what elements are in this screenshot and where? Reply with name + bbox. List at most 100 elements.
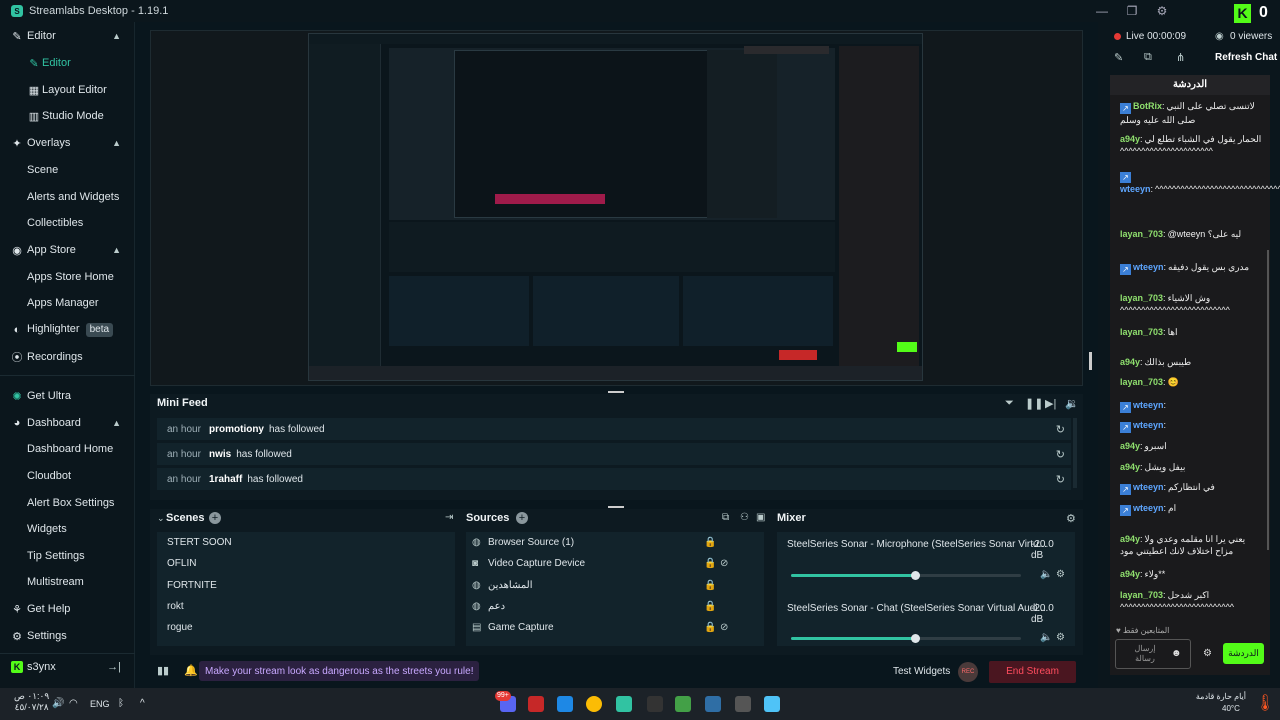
chat-username[interactable]: a94y [1120,462,1140,472]
chat-username[interactable]: layan_703 [1120,229,1163,239]
language-indicator[interactable]: ENG [90,699,110,709]
scene-item[interactable]: rogue [167,622,193,633]
sidebar-item-get-help[interactable]: ⚘ Get Help [0,597,135,621]
app-icon[interactable] [557,696,573,712]
streamlabs-icon[interactable] [616,696,632,712]
logout-icon[interactable]: →| [107,661,121,673]
sidebar-item-app-store[interactable]: ◉ App Store ▲ [0,238,135,262]
chevron-down-icon[interactable]: ⌄ [157,513,165,524]
sidebar-item-dashboard-home[interactable]: Dashboard Home [0,437,135,461]
scene-item[interactable]: rokt [167,601,184,612]
sidebar-item-cloudbot[interactable]: Cloudbot [0,464,135,488]
epic-games-icon[interactable] [647,696,663,712]
chat-username[interactable]: a94y [1120,357,1140,367]
source-item[interactable]: ◍ المشاهدين 🔒 [472,575,740,595]
sidebar-item-alerts-widgets[interactable]: Alerts and Widgets [0,185,135,209]
sidebar-item-settings[interactable]: ⚙ Settings [0,624,135,648]
collapse-icon[interactable]: ⇥ [445,512,453,523]
filter-icon[interactable]: ⏷ [1005,397,1014,410]
chat-username[interactable]: layan_703 [1120,377,1163,387]
resize-handle[interactable] [608,391,624,393]
add-scene-button[interactable]: + [209,512,221,524]
sidebar-item-overlays[interactable]: ✦ Overlays ▲ [0,131,135,155]
gear-icon[interactable]: ⚙ [1066,512,1076,525]
app-icon[interactable] [528,696,544,712]
minimize-button[interactable]: — [1087,0,1117,22]
sidebar-item-tip-settings[interactable]: Tip Settings [0,544,135,568]
sidebar-item-apps-manager[interactable]: Apps Manager [0,291,135,315]
chat-username[interactable]: wteeyn [1133,482,1164,492]
volume-icon[interactable]: 🔊 [52,698,64,709]
test-widgets-button[interactable]: Test Widgets [893,666,950,677]
mini-feed-scrollbar[interactable] [1073,418,1077,488]
sidebar-item-get-ultra[interactable]: ✺ Get Ultra [0,384,135,408]
replay-icon[interactable]: ↻ [1056,448,1065,461]
chat-username[interactable]: wteeyn [1133,262,1164,272]
sidebar-item-alert-box-settings[interactable]: Alert Box Settings [0,491,135,515]
promo-banner[interactable]: Make your stream look as dangerous as th… [199,661,480,681]
source-item[interactable]: ◙ Video Capture Device 🔒 ⊘ [472,553,740,573]
bluetooth-icon[interactable]: ᛒ [118,698,124,709]
lock-icon[interactable]: 🔒 [704,537,716,548]
restore-button[interactable]: ❐ [1117,0,1147,22]
chat-scrollbar[interactable] [1267,250,1269,550]
chat-username[interactable]: a94y [1120,569,1140,579]
task-view-icon[interactable] [735,696,751,712]
chevron-up-icon[interactable]: ^ [140,698,145,709]
gear-icon[interactable]: ⚙ [1203,648,1212,659]
skip-icon[interactable]: ▶| [1045,397,1056,410]
chrome-icon[interactable] [586,696,602,712]
sidebar-item-multistream[interactable]: Multistream [0,570,135,594]
eye-hidden-icon[interactable]: ⊘ [720,622,728,633]
group-icon[interactable]: ⚇ [740,512,749,523]
gear-icon[interactable]: ⚙ [1056,632,1065,643]
xbox-icon[interactable] [675,696,691,712]
lock-icon[interactable]: 🔒 [704,558,716,569]
gear-icon[interactable]: ⚙ [1056,569,1065,580]
scene-item[interactable]: STERT SOON [167,537,232,548]
source-item[interactable]: ◍ دعم 🔒 [472,596,740,616]
chat-username[interactable]: a94y [1120,534,1140,544]
sidebar-item-editor-group[interactable]: ✎ Editor ▲ [0,24,135,48]
sidebar-item-recordings[interactable]: ⦿ Recordings [0,345,135,369]
wifi-icon[interactable]: ◠ [69,698,78,709]
edit-icon[interactable]: ✎ [1114,51,1123,64]
send-chat-button[interactable]: الدردشة [1223,643,1264,664]
windows-start-icon[interactable] [764,696,780,712]
chat-username[interactable]: wteeyn [1133,420,1164,430]
preview-scrollbar[interactable] [1089,352,1092,370]
replay-icon[interactable]: ↻ [1056,423,1065,436]
sidebar-item-layout-editor[interactable]: ▦ Layout Editor [0,78,135,102]
popout-icon[interactable]: ⧉ [1144,51,1152,64]
speaker-icon[interactable]: 🔈 [1040,569,1052,580]
chat-username[interactable]: layan_703 [1120,293,1163,303]
lock-icon[interactable]: 🔒 [704,580,716,591]
volume-icon[interactable]: 🔉 [1065,397,1079,410]
eye-hidden-icon[interactable]: ⊘ [720,558,728,569]
sidebar-item-studio-mode[interactable]: ▥ Studio Mode [0,104,135,128]
chat-username[interactable]: a94y [1120,134,1140,144]
chat-username[interactable]: BotRix [1133,101,1162,111]
pause-icon[interactable]: ❚❚ [1025,397,1043,410]
sidebar-item-dashboard[interactable]: ◕ Dashboard ▲ [0,411,135,435]
refresh-chat-button[interactable]: Refresh Chat [1215,52,1277,63]
share-icon[interactable]: ⋔ [1176,51,1185,64]
folder-icon[interactable]: ▣ [756,512,765,523]
sidebar-item-widgets[interactable]: Widgets [0,517,135,541]
chat-username[interactable]: wteeyn [1133,400,1164,410]
app-icon[interactable] [705,696,721,712]
notification-icon[interactable]: 🔔 [184,664,198,677]
scene-item[interactable]: FORTNITE [167,580,217,591]
sidebar-item-user[interactable]: Ks3ynx →| [0,655,135,679]
speaker-icon[interactable]: 🔈 [1040,632,1052,643]
volume-slider[interactable] [791,571,1021,580]
add-source-button[interactable]: + [516,512,528,524]
sidebar-item-collectibles[interactable]: Collectibles [0,211,135,235]
record-button[interactable]: REC [958,662,978,682]
chat-username[interactable]: layan_703 [1120,327,1163,337]
sidebar-item-editor[interactable]: ✎ Editor [0,51,135,75]
volume-slider[interactable] [791,634,1021,643]
scene-item[interactable]: OFLIN [167,558,196,569]
source-item[interactable]: ◍ Browser Source (1) 🔒 [472,532,740,552]
stats-icon[interactable]: ▮▮ [157,664,169,677]
